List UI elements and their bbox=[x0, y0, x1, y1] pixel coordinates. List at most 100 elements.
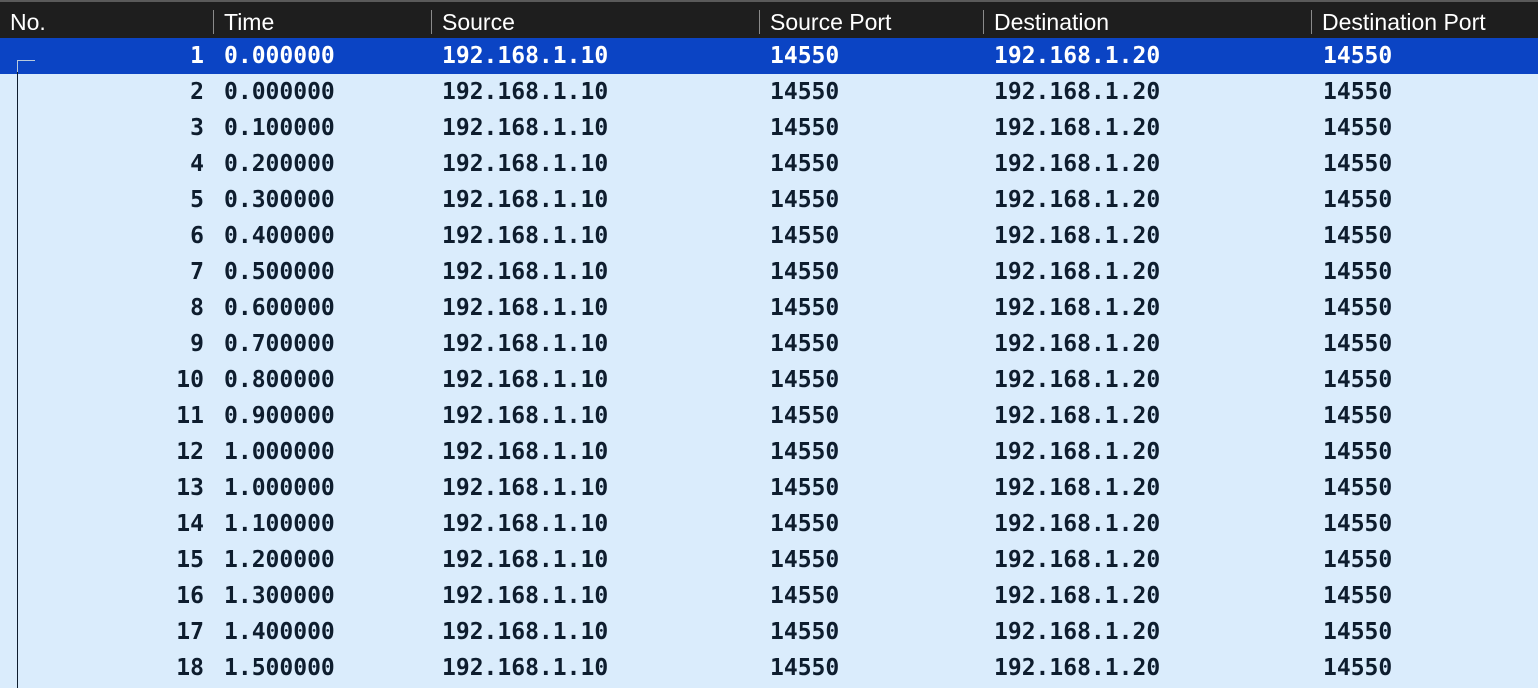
packet-row[interactable]: 1 0.000000 192.168.1.10 14550 192.168.1.20 14… bbox=[0, 38, 1538, 74]
cell-no: 18 bbox=[176, 655, 204, 681]
packet-list-header: No. Time Source Source Port Destination … bbox=[0, 0, 1538, 38]
cell-source-port: 14550 bbox=[770, 295, 840, 321]
cell-destination: 192.168.1.20 bbox=[994, 511, 1161, 537]
cell-no: 6 bbox=[190, 223, 204, 249]
cell-destination: 192.168.1.20 bbox=[994, 331, 1161, 357]
cell-source-port: 14550 bbox=[770, 79, 840, 105]
cell-source-port: 14550 bbox=[770, 367, 840, 393]
cell-time: 0.100000 bbox=[224, 115, 335, 141]
packet-row[interactable]: 2 0.000000 192.168.1.10 14550 192.168.1.20 14… bbox=[0, 74, 1538, 110]
packet-row[interactable]: 18 1.500000 192.168.1.10 14550 192.168.1.20 1… bbox=[0, 650, 1538, 686]
cell-no: 1 bbox=[190, 43, 204, 69]
cell-no: 17 bbox=[176, 619, 204, 645]
cell-destination-port: 14550 bbox=[1323, 439, 1393, 465]
cell-time: 0.600000 bbox=[224, 295, 335, 321]
cell-time: 0.200000 bbox=[224, 151, 335, 177]
packet-list[interactable]: No. Time Source Source Port Destination … bbox=[0, 0, 1538, 688]
cell-destination-port: 14550 bbox=[1323, 403, 1393, 429]
column-header-time[interactable]: Time bbox=[224, 2, 424, 38]
column-separator[interactable] bbox=[1311, 10, 1312, 34]
cell-source-port: 14550 bbox=[770, 187, 840, 213]
cell-destination-port: 14550 bbox=[1323, 223, 1393, 249]
cell-time: 0.700000 bbox=[224, 331, 335, 357]
cell-source: 192.168.1.10 bbox=[442, 331, 609, 357]
cell-destination: 192.168.1.20 bbox=[994, 403, 1161, 429]
column-header-destination-port[interactable]: Destination Port bbox=[1322, 2, 1534, 38]
packet-row[interactable]: 15 1.200000 192.168.1.10 14550 192.168.1.20 1… bbox=[0, 542, 1538, 578]
packet-row[interactable]: 7 0.500000 192.168.1.10 14550 192.168.1.20 14… bbox=[0, 254, 1538, 290]
cell-destination: 192.168.1.20 bbox=[994, 439, 1161, 465]
cell-destination: 192.168.1.20 bbox=[994, 79, 1161, 105]
cell-destination: 192.168.1.20 bbox=[994, 475, 1161, 501]
packet-row[interactable]: 3 0.100000 192.168.1.10 14550 192.168.1.20 14… bbox=[0, 110, 1538, 146]
cell-destination: 192.168.1.20 bbox=[994, 583, 1161, 609]
cell-source-port: 14550 bbox=[770, 619, 840, 645]
cell-source: 192.168.1.10 bbox=[442, 547, 609, 573]
cell-destination: 192.168.1.20 bbox=[994, 115, 1161, 141]
cell-no: 14 bbox=[176, 511, 204, 537]
cell-time: 1.100000 bbox=[224, 511, 335, 537]
cell-destination-port: 14550 bbox=[1323, 79, 1393, 105]
packet-row[interactable]: 11 0.900000 192.168.1.10 14550 192.168.1.20 1… bbox=[0, 398, 1538, 434]
cell-source: 192.168.1.10 bbox=[442, 619, 609, 645]
cell-no: 3 bbox=[190, 115, 204, 141]
cell-time: 1.000000 bbox=[224, 439, 335, 465]
column-separator[interactable] bbox=[431, 10, 432, 34]
cell-no: 11 bbox=[176, 403, 204, 429]
cell-destination-port: 14550 bbox=[1323, 655, 1393, 681]
cell-destination-port: 14550 bbox=[1323, 367, 1393, 393]
cell-source: 192.168.1.10 bbox=[442, 223, 609, 249]
packet-row[interactable]: 14 1.100000 192.168.1.10 14550 192.168.1.20 1… bbox=[0, 506, 1538, 542]
column-header-source-port[interactable]: Source Port bbox=[770, 2, 975, 38]
cell-no: 10 bbox=[176, 367, 204, 393]
cell-destination: 192.168.1.20 bbox=[994, 655, 1161, 681]
packet-row[interactable]: 6 0.400000 192.168.1.10 14550 192.168.1.20 14… bbox=[0, 218, 1538, 254]
cell-source-port: 14550 bbox=[770, 151, 840, 177]
cell-time: 1.000000 bbox=[224, 475, 335, 501]
cell-source: 192.168.1.10 bbox=[442, 151, 609, 177]
cell-destination-port: 14550 bbox=[1323, 619, 1393, 645]
cell-source: 192.168.1.10 bbox=[442, 295, 609, 321]
cell-source: 192.168.1.10 bbox=[442, 655, 609, 681]
conversation-tree-start bbox=[17, 60, 35, 61]
cell-no: 5 bbox=[190, 187, 204, 213]
cell-destination-port: 14550 bbox=[1323, 43, 1393, 69]
cell-no: 9 bbox=[190, 331, 204, 357]
column-header-no[interactable]: No. bbox=[10, 2, 205, 38]
cell-destination: 192.168.1.20 bbox=[994, 223, 1161, 249]
cell-source: 192.168.1.10 bbox=[442, 367, 609, 393]
cell-destination: 192.168.1.20 bbox=[994, 619, 1161, 645]
cell-time: 0.800000 bbox=[224, 367, 335, 393]
cell-destination: 192.168.1.20 bbox=[994, 151, 1161, 177]
cell-destination: 192.168.1.20 bbox=[994, 187, 1161, 213]
cell-time: 0.000000 bbox=[224, 43, 335, 69]
column-separator[interactable] bbox=[759, 10, 760, 34]
column-header-source[interactable]: Source bbox=[442, 2, 752, 38]
column-separator[interactable] bbox=[213, 10, 214, 34]
packet-row[interactable]: 16 1.300000 192.168.1.10 14550 192.168.1.20 1… bbox=[0, 578, 1538, 614]
column-separator[interactable] bbox=[983, 10, 984, 34]
cell-time: 0.500000 bbox=[224, 259, 335, 285]
cell-source: 192.168.1.10 bbox=[442, 259, 609, 285]
cell-destination-port: 14550 bbox=[1323, 583, 1393, 609]
packet-row[interactable]: 8 0.600000 192.168.1.10 14550 192.168.1.20 14… bbox=[0, 290, 1538, 326]
packet-row[interactable]: 17 1.400000 192.168.1.10 14550 192.168.1.20 1… bbox=[0, 614, 1538, 650]
cell-source-port: 14550 bbox=[770, 439, 840, 465]
cell-source-port: 14550 bbox=[770, 403, 840, 429]
cell-no: 4 bbox=[190, 151, 204, 177]
cell-source: 192.168.1.10 bbox=[442, 475, 609, 501]
cell-destination-port: 14550 bbox=[1323, 547, 1393, 573]
cell-time: 1.200000 bbox=[224, 547, 335, 573]
cell-destination-port: 14550 bbox=[1323, 295, 1393, 321]
packet-row[interactable]: 4 0.200000 192.168.1.10 14550 192.168.1.20 14… bbox=[0, 146, 1538, 182]
packet-row[interactable]: 9 0.700000 192.168.1.10 14550 192.168.1.20 14… bbox=[0, 326, 1538, 362]
packet-row[interactable]: 5 0.300000 192.168.1.10 14550 192.168.1.20 14… bbox=[0, 182, 1538, 218]
cell-destination: 192.168.1.20 bbox=[994, 43, 1161, 69]
packet-row[interactable]: 12 1.000000 192.168.1.10 14550 192.168.1.20 1… bbox=[0, 434, 1538, 470]
packet-row[interactable]: 13 1.000000 192.168.1.10 14550 192.168.1.20 1… bbox=[0, 470, 1538, 506]
conversation-tree-start bbox=[17, 60, 18, 72]
packet-row[interactable]: 10 0.800000 192.168.1.10 14550 192.168.1.20 1… bbox=[0, 362, 1538, 398]
cell-time: 1.400000 bbox=[224, 619, 335, 645]
cell-destination-port: 14550 bbox=[1323, 187, 1393, 213]
column-header-destination[interactable]: Destination bbox=[994, 2, 1304, 38]
